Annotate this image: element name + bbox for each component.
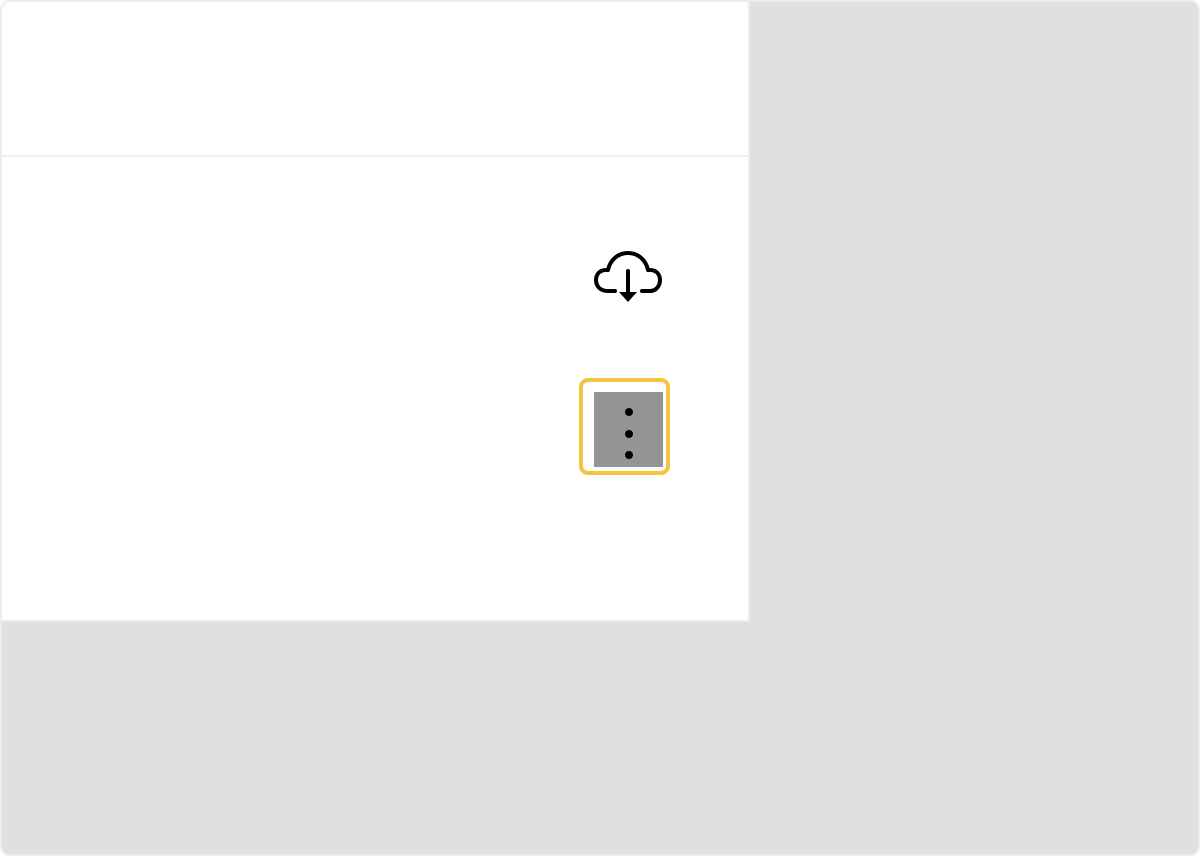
more-vertical-icon [624, 407, 633, 459]
download-button[interactable] [588, 242, 668, 308]
more-options-button-background [594, 392, 663, 467]
screen-frame [0, 0, 1200, 856]
panel-header [2, 2, 748, 157]
more-options-button[interactable] [579, 378, 670, 475]
content-panel [2, 2, 750, 622]
cloud-download-icon [594, 251, 662, 302]
